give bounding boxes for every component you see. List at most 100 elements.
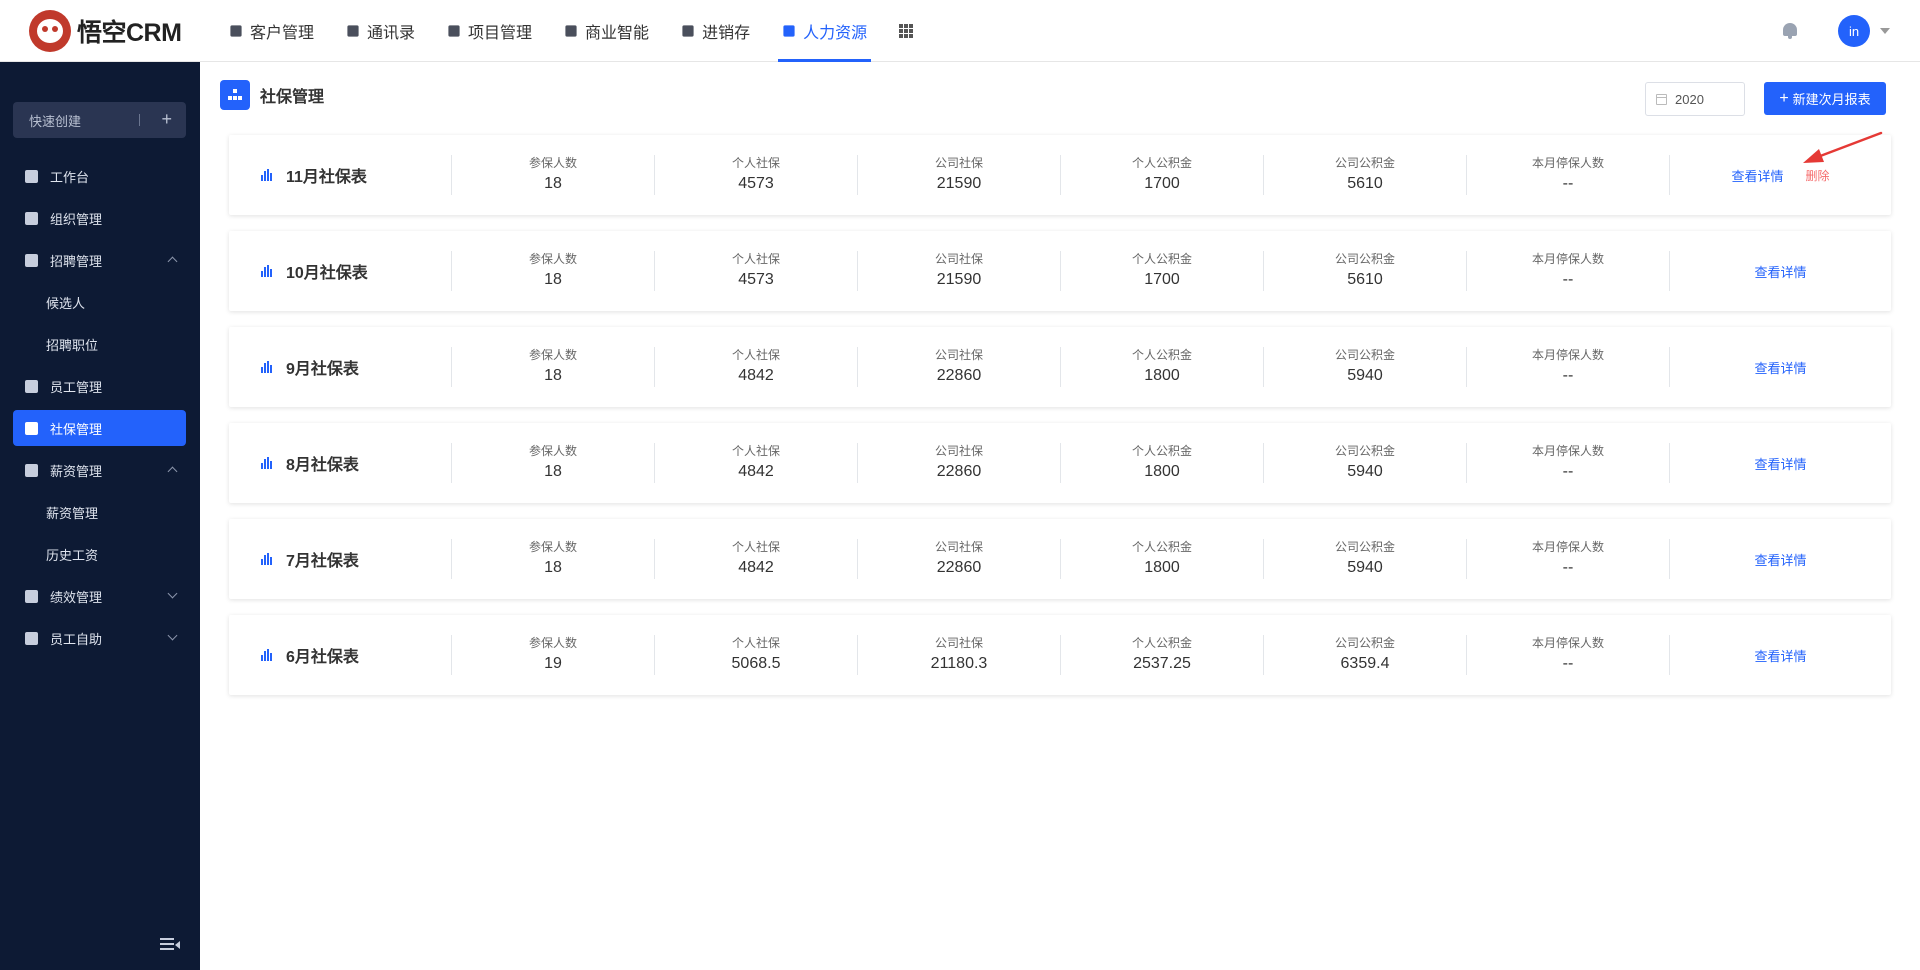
metric-label: 个人公积金 (1131, 156, 1192, 170)
report-actions: 查看详情 (1669, 251, 1891, 291)
metric-label: 公司公积金 (1334, 348, 1395, 362)
metric-value: 22860 (936, 463, 982, 480)
report-actions: 查看详情 (1669, 635, 1891, 675)
nav-item-3[interactable]: 商业智能 (548, 0, 665, 62)
view-details-link[interactable]: 查看详情 (1754, 646, 1806, 665)
metric-cell: 个人社保 4842 (654, 347, 857, 387)
project-icon (448, 24, 460, 37)
metric-cell: 参保人数 18 (451, 155, 654, 195)
metric-value: 1800 (1144, 367, 1180, 384)
brand-logo[interactable]: 悟空CRM (29, 9, 213, 52)
metric-value: 18 (544, 559, 562, 576)
metric-cell: 本月停保人数 -- (1466, 251, 1669, 291)
report-title-text: 11月社保表 (286, 169, 367, 186)
chevron-down-icon (167, 588, 178, 599)
metric-value: 4573 (738, 175, 774, 192)
metric-cell: 参保人数 18 (451, 251, 654, 291)
sidebar-item-1[interactable]: 组织管理 (13, 200, 186, 236)
metric-cell: 本月停保人数 -- (1466, 539, 1669, 579)
metric-cell: 公司社保 22860 (857, 347, 1060, 387)
nav-item-label: 通讯录 (367, 24, 416, 42)
nav-item-0[interactable]: 客户管理 (213, 0, 330, 62)
bar-chart-icon (261, 169, 273, 181)
chevron-down-icon[interactable] (1880, 28, 1890, 34)
metric-label: 个人社保 (731, 348, 780, 362)
metric-value: -- (1562, 271, 1574, 288)
metric-cell: 本月停保人数 -- (1466, 347, 1669, 387)
sidebar-item-8[interactable]: 薪资管理 (13, 494, 186, 530)
metric-label: 参保人数 (528, 636, 577, 650)
quick-create-label: 快速创建 (29, 113, 82, 129)
metric-cell: 公司公积金 5610 (1263, 251, 1466, 291)
metric-value: 1700 (1144, 271, 1180, 288)
nav-item-label: 客户管理 (250, 24, 315, 42)
sidebar-item-7[interactable]: 薪资管理 (13, 452, 186, 488)
metric-cell: 个人公积金 1800 (1060, 443, 1263, 483)
report-title: 8月社保表 (229, 451, 451, 475)
view-details-link[interactable]: 查看详情 (1754, 550, 1806, 569)
metric-cell: 个人公积金 1800 (1060, 539, 1263, 579)
sidebar-item-10[interactable]: 绩效管理 (13, 578, 186, 614)
sidebar-menu: 工作台 组织管理 招聘管理 候选人 招聘职位 员工管理 社保管理 薪资管理 薪资管理 历史工资 绩效… (13, 158, 186, 662)
year-value: 2020 (1675, 91, 1704, 107)
sidebar-item-5[interactable]: 员工管理 (13, 368, 186, 404)
delete-link[interactable]: 删除 (1806, 167, 1830, 184)
contacts-icon (347, 24, 359, 37)
metric-cell: 公司公积金 5940 (1263, 539, 1466, 579)
sidebar-item-label: 员工管理 (50, 379, 103, 395)
view-details-link[interactable]: 查看详情 (1754, 454, 1806, 473)
chart-icon (25, 589, 38, 603)
sidebar-item-9[interactable]: 历史工资 (13, 536, 186, 572)
apps-menu-button[interactable] (883, 0, 929, 62)
collapse-sidebar-icon[interactable] (160, 938, 180, 952)
report-title: 6月社保表 (229, 643, 451, 667)
metric-cell: 参保人数 18 (451, 347, 654, 387)
metric-cell: 公司社保 21590 (857, 155, 1060, 195)
main-nav: 客户管理 通讯录 项目管理 商业智能 进销存 人力资源 (213, 0, 883, 62)
bar-chart-icon (261, 457, 273, 469)
sidebar: 快速创建 + 工作台 组织管理 招聘管理 候选人 招聘职位 员工管理 社保管理 薪资管理 薪资管… (0, 62, 200, 970)
quick-create-button[interactable]: 快速创建 + (13, 102, 186, 138)
sidebar-item-11[interactable]: 员工自助 (13, 620, 186, 656)
sidebar-item-2[interactable]: 招聘管理 (13, 242, 186, 278)
metric-label: 公司社保 (934, 540, 983, 554)
sidebar-item-6[interactable]: 社保管理 (13, 410, 186, 446)
metric-value: 18 (544, 271, 562, 288)
year-picker[interactable]: 2020 (1645, 82, 1745, 116)
view-details-link[interactable]: 查看详情 (1754, 358, 1806, 377)
view-details-link[interactable]: 查看详情 (1754, 262, 1806, 281)
metric-cell: 个人公积金 1700 (1060, 155, 1263, 195)
nav-item-5[interactable]: 人力资源 (766, 0, 883, 62)
report-card: 8月社保表 参保人数 18 个人社保 4842 公司社保 22860 个人公积金 1800 公司公… (229, 423, 1891, 503)
sidebar-item-4[interactable]: 招聘职位 (13, 326, 186, 362)
metric-value: 18 (544, 175, 562, 192)
nav-item-2[interactable]: 项目管理 (431, 0, 548, 62)
nav-item-1[interactable]: 通讯录 (330, 0, 431, 62)
nav-item-4[interactable]: 进销存 (665, 0, 766, 62)
metric-cell: 个人社保 4842 (654, 539, 857, 579)
sidebar-item-0[interactable]: 工作台 (13, 158, 186, 194)
new-button-label: 新建次月报表 (1792, 92, 1871, 107)
wallet-icon (25, 463, 38, 477)
metric-label: 本月停保人数 (1531, 540, 1604, 554)
metric-value: 1800 (1144, 463, 1180, 480)
view-details-link[interactable]: 查看详情 (1731, 166, 1783, 185)
new-next-month-report-button[interactable]: + 新建次月报表 (1764, 82, 1886, 115)
metric-value: 5940 (1347, 367, 1383, 384)
report-title-text: 7月社保表 (286, 553, 359, 570)
metric-label: 公司社保 (934, 348, 983, 362)
sidebar-item-label: 薪资管理 (46, 505, 99, 521)
metric-label: 公司公积金 (1334, 636, 1395, 650)
notification-bell-icon[interactable] (1782, 22, 1798, 40)
calendar-icon (1656, 93, 1667, 105)
report-actions: 查看详情 (1669, 443, 1891, 483)
metric-cell: 公司社保 22860 (857, 539, 1060, 579)
metric-label: 本月停保人数 (1531, 636, 1604, 650)
sidebar-item-3[interactable]: 候选人 (13, 284, 186, 320)
metric-label: 本月停保人数 (1531, 444, 1604, 458)
report-title-text: 9月社保表 (286, 361, 359, 378)
metric-value: 19 (544, 655, 562, 672)
user-avatar[interactable]: in (1838, 15, 1870, 47)
metric-value: -- (1562, 367, 1574, 384)
report-card: 9月社保表 参保人数 18 个人社保 4842 公司社保 22860 个人公积金 1800 公司公… (229, 327, 1891, 407)
